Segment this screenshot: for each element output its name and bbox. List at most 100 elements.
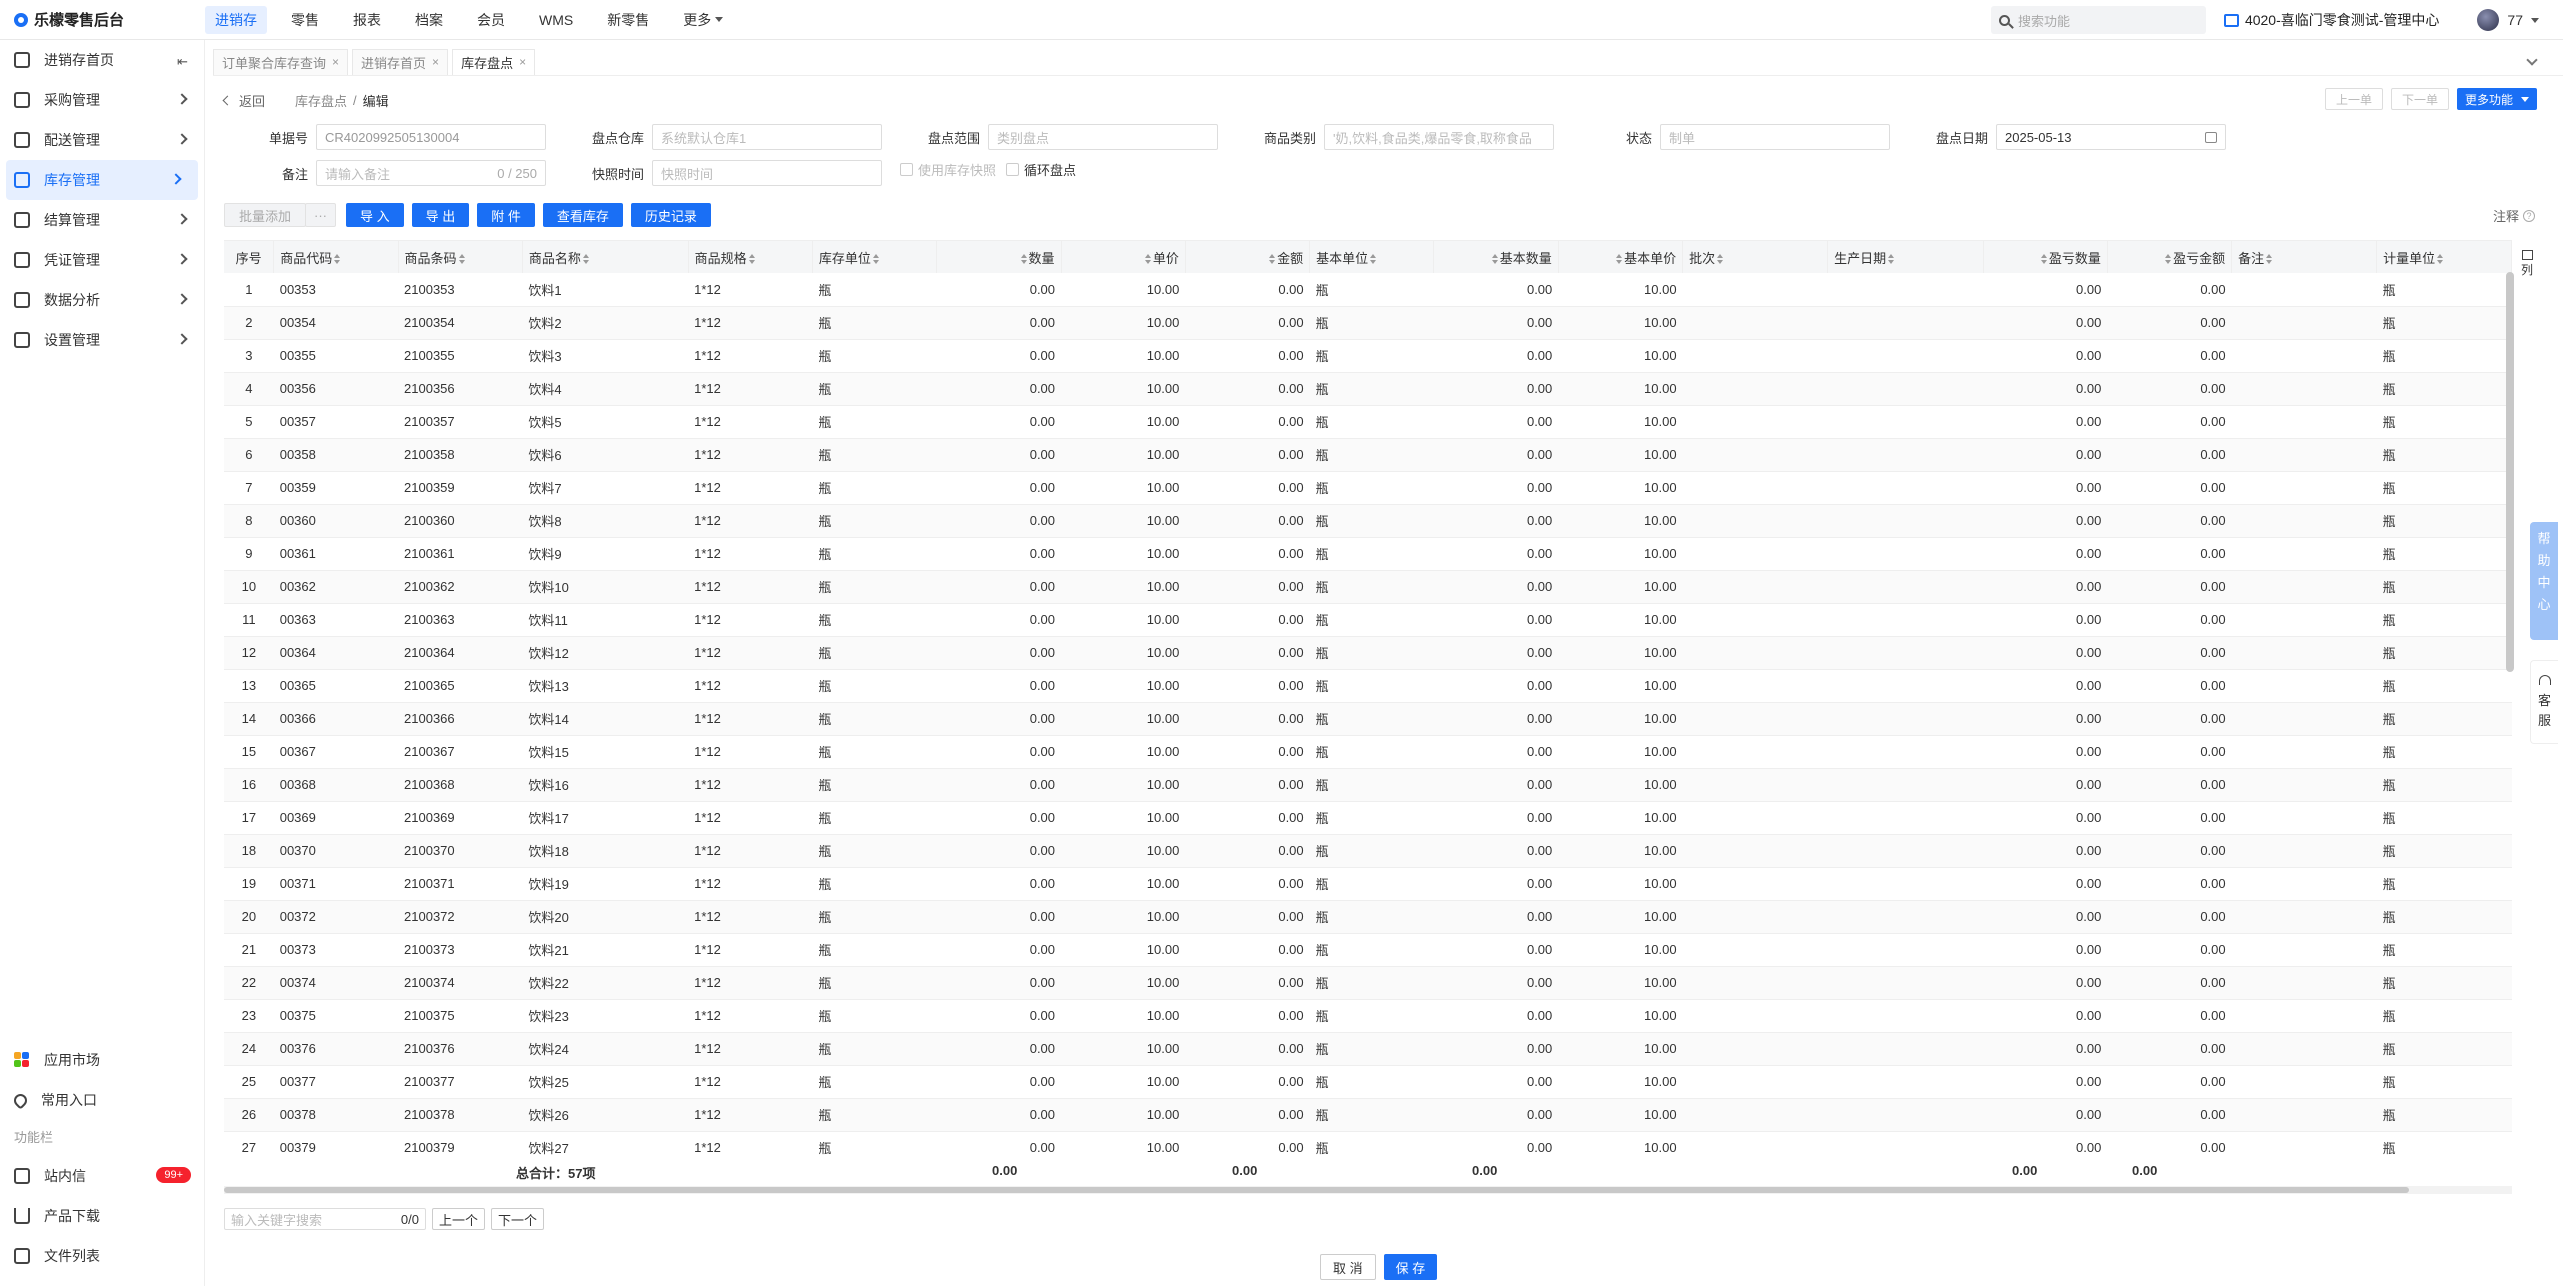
table-cell[interactable]: 0.00 (1185, 537, 1310, 571)
table-cell[interactable]: 2100365 (398, 669, 523, 703)
order-no-field[interactable]: CR4020992505130004 (316, 124, 546, 150)
table-cell[interactable] (1682, 867, 1828, 901)
table-cell[interactable]: 2100372 (398, 900, 523, 934)
table-cell[interactable]: 2100374 (398, 966, 523, 1000)
table-cell[interactable]: 10.00 (1061, 471, 1186, 505)
table-cell[interactable]: 0.00 (936, 900, 1062, 934)
table-cell[interactable]: 瓶 (812, 471, 937, 505)
table-cell[interactable]: 8 (224, 504, 274, 538)
table-cell[interactable]: 瓶 (812, 339, 937, 373)
table-cell[interactable]: 10.00 (1061, 405, 1186, 439)
table-cell[interactable]: 0.00 (1185, 867, 1310, 901)
table-cell[interactable]: 瓶 (1309, 471, 1434, 505)
table-cell[interactable]: 2100376 (398, 1032, 523, 1066)
table-cell[interactable]: 0.00 (1433, 438, 1559, 472)
table-cell[interactable]: 10.00 (1558, 339, 1683, 373)
table-cell[interactable]: 0.00 (1185, 306, 1310, 340)
table-cell[interactable] (2231, 1032, 2377, 1066)
sort-icon[interactable] (1269, 254, 1276, 265)
table-cell[interactable]: 2100369 (398, 801, 523, 835)
table-cell[interactable]: 0.00 (1433, 834, 1559, 868)
table-cell[interactable]: 瓶 (1309, 273, 1434, 307)
table-cell[interactable]: 0.00 (2107, 603, 2232, 637)
table-cell[interactable]: 瓶 (1309, 669, 1434, 703)
table-cell[interactable]: 00371 (273, 867, 399, 901)
cyclic-count-checkbox[interactable]: 循环盘点 (1006, 160, 1076, 179)
table-cell[interactable] (2231, 339, 2377, 373)
sidebar-item[interactable]: 采购管理 (0, 80, 204, 120)
table-cell[interactable] (1682, 1065, 1828, 1099)
column-header[interactable]: 数量 (936, 241, 1062, 273)
table-cell[interactable]: 10.00 (1558, 504, 1683, 538)
table-cell[interactable]: 10.00 (1558, 1098, 1683, 1132)
table-cell[interactable]: 10.00 (1558, 537, 1683, 571)
table-cell[interactable]: 0.00 (936, 933, 1062, 967)
table-cell[interactable]: 瓶 (2376, 735, 2512, 769)
table-cell[interactable]: 瓶 (1309, 702, 1434, 736)
table-cell[interactable]: 0.00 (1983, 636, 2108, 670)
table-cell[interactable]: 2100359 (398, 471, 523, 505)
column-header[interactable]: 盈亏金额 (2107, 241, 2233, 273)
table-cell[interactable]: 饮料8 (522, 504, 689, 538)
table-cell[interactable]: 瓶 (2376, 339, 2512, 373)
table-cell[interactable] (2231, 372, 2377, 406)
table-cell[interactable]: 2100378 (398, 1098, 523, 1132)
table-cell[interactable]: 瓶 (2376, 504, 2512, 538)
table-cell[interactable]: 0.00 (1433, 669, 1559, 703)
table-row[interactable]: 14 00366 2100366 饮料14 1*12 瓶 0.00 10.00 0.00 瓶 0.0… (224, 702, 2512, 736)
table-cell[interactable] (2231, 834, 2377, 868)
table-cell[interactable]: 0.00 (1185, 735, 1310, 769)
table-cell[interactable] (1827, 306, 1984, 340)
table-cell[interactable]: 10.00 (1061, 966, 1186, 1000)
top-nav-item[interactable]: 报表 (343, 6, 391, 34)
table-cell[interactable]: 饮料25 (522, 1065, 689, 1099)
table-cell[interactable]: 瓶 (812, 570, 937, 604)
table-cell[interactable]: 饮料10 (522, 570, 689, 604)
table-cell[interactable]: 0.00 (2107, 999, 2232, 1033)
table-cell[interactable]: 瓶 (2376, 405, 2512, 439)
table-cell[interactable]: 0.00 (2107, 702, 2232, 736)
table-cell[interactable]: 瓶 (1309, 504, 1434, 538)
column-header[interactable]: 生产日期 (1827, 241, 1984, 273)
table-cell[interactable]: 2100353 (398, 273, 523, 307)
table-cell[interactable] (2231, 1098, 2377, 1132)
sidebar-item[interactable]: 数据分析 (0, 280, 204, 320)
column-header[interactable]: 批次 (1682, 241, 1829, 273)
table-cell[interactable]: 0.00 (1185, 702, 1310, 736)
table-cell[interactable] (2231, 933, 2377, 967)
top-nav-item[interactable]: WMS (529, 8, 583, 32)
table-cell[interactable]: 0.00 (1433, 405, 1559, 439)
column-header[interactable]: 基本数量 (1433, 241, 1559, 273)
table-cell[interactable]: 瓶 (1309, 438, 1434, 472)
table-cell[interactable]: 1*12 (688, 768, 813, 802)
history-button[interactable]: 历史记录 (630, 203, 711, 227)
table-cell[interactable]: 10.00 (1558, 471, 1683, 505)
table-cell[interactable]: 瓶 (1309, 537, 1434, 571)
table-cell[interactable]: 0.00 (1433, 306, 1559, 340)
table-cell[interactable] (2231, 966, 2377, 1000)
table-cell[interactable]: 0.00 (1983, 999, 2108, 1033)
table-cell[interactable]: 0.00 (1983, 603, 2108, 637)
sidebar-item[interactable]: 配送管理 (0, 120, 204, 160)
table-cell[interactable] (2231, 471, 2377, 505)
table-cell[interactable]: 0.00 (1983, 735, 2108, 769)
table-cell[interactable]: 00366 (273, 702, 399, 736)
table-cell[interactable]: 00373 (273, 933, 399, 967)
table-cell[interactable]: 0.00 (2107, 438, 2232, 472)
table-cell[interactable]: 2100367 (398, 735, 523, 769)
table-cell[interactable]: 瓶 (2376, 768, 2512, 802)
table-cell[interactable]: 瓶 (2376, 669, 2512, 703)
table-cell[interactable] (1682, 570, 1828, 604)
table-cell[interactable]: 1*12 (688, 867, 813, 901)
table-cell[interactable]: 0.00 (2107, 867, 2232, 901)
table-cell[interactable]: 0.00 (1185, 603, 1310, 637)
table-cell[interactable] (1827, 405, 1984, 439)
table-cell[interactable]: 0.00 (936, 273, 1062, 307)
table-cell[interactable]: 0.00 (1983, 900, 2108, 934)
table-cell[interactable] (1682, 702, 1828, 736)
table-cell[interactable]: 10.00 (1558, 801, 1683, 835)
table-cell[interactable]: 2100361 (398, 537, 523, 571)
table-cell[interactable]: 瓶 (812, 735, 937, 769)
table-cell[interactable]: 0.00 (1433, 636, 1559, 670)
table-cell[interactable] (1682, 306, 1828, 340)
